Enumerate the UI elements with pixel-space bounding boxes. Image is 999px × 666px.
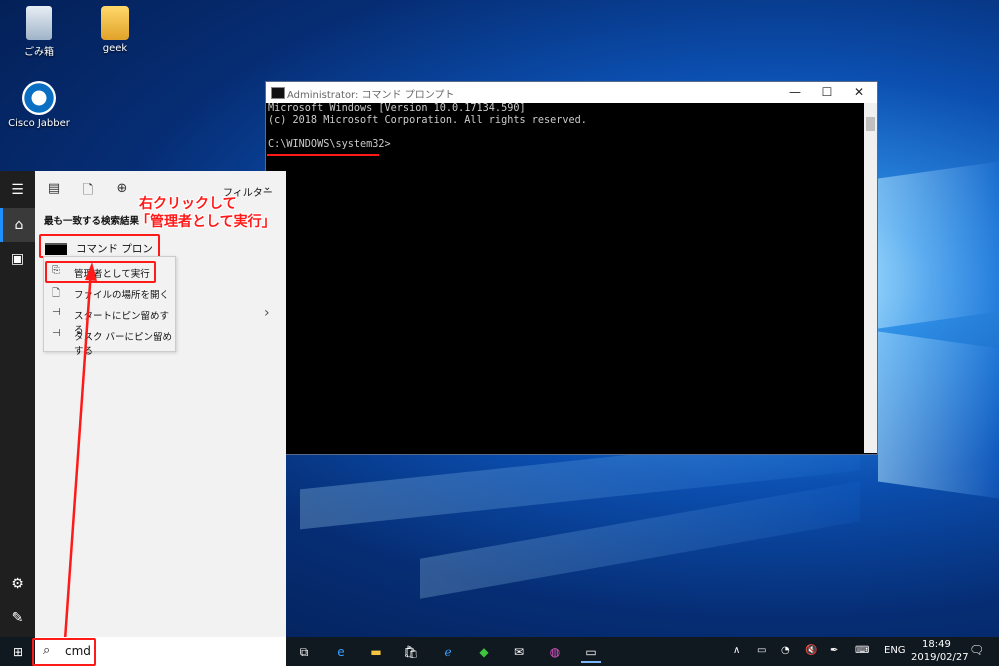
task-view-icon[interactable]: ⧉ <box>294 642 314 662</box>
touch-keyboard-icon[interactable]: ⌨ <box>855 645 869 656</box>
pen-icon[interactable]: ✒ <box>830 645 838 656</box>
highlight-box <box>32 638 96 666</box>
language-indicator[interactable]: ENG <box>884 645 906 656</box>
clock-date[interactable]: 2019/02/27 <box>911 652 969 663</box>
volume-icon[interactable]: 🔇 <box>805 645 817 656</box>
windows-start-icon[interactable]: ⊞ <box>8 642 28 662</box>
internet-explorer-icon[interactable]: ℯ <box>438 642 458 662</box>
store-icon[interactable]: 🛍 <box>401 642 421 662</box>
edge-browser-icon[interactable]: e <box>331 642 351 662</box>
action-center-icon[interactable]: 🗨 <box>969 643 984 657</box>
cmd-taskbar-icon[interactable]: ▭ <box>581 642 601 663</box>
wifi-icon[interactable]: ◔ <box>781 645 790 656</box>
annotation-arrow <box>63 262 97 641</box>
show-hidden-icons-icon[interactable]: ∧ <box>733 645 740 656</box>
battery-icon[interactable]: ▭ <box>757 645 766 656</box>
file-explorer-icon[interactable]: ▬ <box>366 642 386 662</box>
clock-time[interactable]: 18:49 <box>922 639 951 650</box>
feedly-icon[interactable]: ◆ <box>474 642 494 662</box>
photos-icon[interactable]: ◍ <box>545 642 565 662</box>
mail-icon[interactable]: ✉ <box>509 642 529 662</box>
